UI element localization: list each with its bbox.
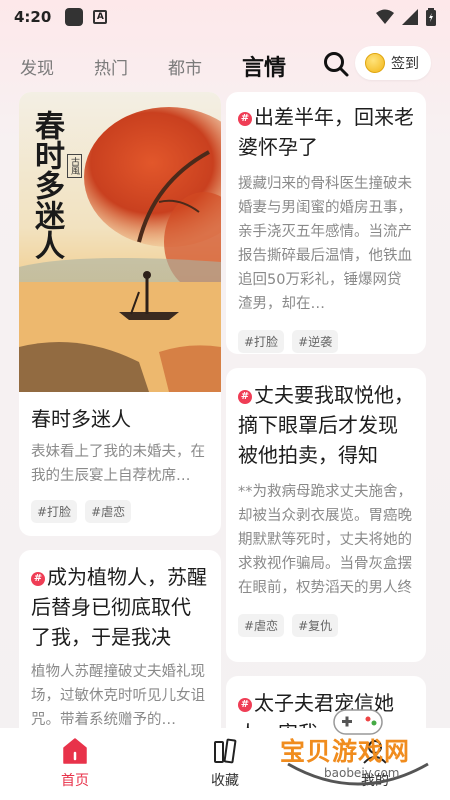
book-cover-image: 春时多迷人 古風 bbox=[19, 92, 221, 392]
tab-discover[interactable]: 发现 bbox=[18, 54, 56, 79]
book-description: **为救病母跪求丈夫施舍，却被当众剥衣展览。胃癌晚期默默等死时，丈夫将她的求救视… bbox=[238, 484, 412, 596]
hash-badge-icon: # bbox=[238, 390, 252, 404]
book-title: #丈夫要我取悦他，摘下眼罩后才发现被他拍卖，得知我… bbox=[226, 380, 426, 470]
watermark-url: baobeiy.com bbox=[324, 766, 400, 780]
watermark-text: 宝贝游戏网 bbox=[280, 737, 411, 766]
coin-icon bbox=[365, 53, 385, 73]
checkin-button[interactable]: 签到 bbox=[355, 46, 431, 80]
signal-icon bbox=[402, 9, 418, 25]
book-description: 植物人苏醒撞破丈夫婚礼现场，过敏休克时听见儿女诅咒。带着系统赠予的… bbox=[31, 664, 205, 728]
battery-icon bbox=[426, 8, 436, 26]
search-icon[interactable] bbox=[322, 50, 350, 78]
checkin-label: 签到 bbox=[391, 56, 419, 72]
book-card-zhangfu[interactable]: #丈夫要我取悦他，摘下眼罩后才发现被他拍卖，得知我… **为救病母跪求丈夫施舍，… bbox=[226, 368, 426, 662]
app-badge-icon: A bbox=[93, 10, 108, 24]
bookshelf-icon bbox=[214, 738, 237, 764]
tag[interactable]: #逆袭 bbox=[292, 330, 339, 353]
hash-badge-icon: # bbox=[31, 572, 45, 586]
nav-home[interactable]: 首页 bbox=[0, 728, 150, 800]
status-time: 4:20 bbox=[14, 8, 52, 26]
book-title-text: 丈夫要我取悦他，摘下眼罩后才发现被他拍卖，得知我… bbox=[238, 383, 414, 467]
book-card-chuchai[interactable]: # 出差半年，回来老婆怀孕了 援藏归来的骨科医生撞破未婚妻与男闺蜜的婚房丑事，亲手… bbox=[226, 92, 426, 354]
book-description: 援藏归来的骨科医生撞破未婚妻与男闺蜜的婚房丑事，亲手浇灭五年感情。当流产报告撕碎… bbox=[238, 176, 412, 312]
book-card-zhiwuren[interactable]: #成为植物人，苏醒后替身已彻底取代了我，于是我决定… 植物人苏醒撞破丈夫婚礼现场… bbox=[19, 550, 221, 728]
nav-favorites-label: 收藏 bbox=[211, 773, 239, 789]
tab-urban[interactable]: 都市 bbox=[166, 54, 204, 79]
book-title-text: 出差半年，回来老婆怀孕了 bbox=[238, 105, 414, 159]
wifi-icon bbox=[376, 9, 394, 24]
tag[interactable]: #打脸 bbox=[31, 500, 78, 523]
notification-icon bbox=[65, 8, 84, 26]
tab-romance[interactable]: 言情 bbox=[240, 50, 288, 82]
status-bar: 4:20 A bbox=[0, 0, 450, 34]
book-title-text: 成为植物人，苏醒后替身已彻底取代了我，于是我决定… bbox=[31, 565, 207, 649]
book-description: 表妹看上了我的未婚夫，在我的生辰宴上自荐枕席… bbox=[31, 444, 205, 484]
category-tabs: 发现 热门 都市 言情 签到 bbox=[0, 38, 450, 94]
nav-home-label: 首页 bbox=[61, 773, 89, 789]
watermark: 宝贝游戏网 baobeiy.com bbox=[268, 704, 450, 794]
hash-badge-icon: # bbox=[238, 112, 252, 126]
book-title: #成为植物人，苏醒后替身已彻底取代了我，于是我决定… bbox=[19, 562, 221, 652]
tag[interactable]: #虐恋 bbox=[85, 500, 132, 523]
book-feed: 春时多迷人 古風 春时多迷人 表妹看上了我的未婚夫，在我的生辰宴上自荐枕席… #… bbox=[0, 92, 450, 728]
tag[interactable]: #复仇 bbox=[292, 614, 339, 637]
book-card-chunshi[interactable]: 春时多迷人 古風 春时多迷人 表妹看上了我的未婚夫，在我的生辰宴上自荐枕席… #… bbox=[19, 92, 221, 536]
cover-stamp: 古風 bbox=[67, 154, 82, 178]
tag[interactable]: #虐恋 bbox=[238, 614, 285, 637]
tag[interactable]: #打脸 bbox=[238, 330, 285, 353]
hash-badge-icon: # bbox=[238, 698, 252, 712]
book-title: 春时多迷人 bbox=[31, 407, 131, 431]
home-icon bbox=[63, 738, 87, 764]
book-title: # 出差半年，回来老婆怀孕了 bbox=[226, 102, 426, 162]
cover-title-text: 春时多迷人 bbox=[29, 110, 64, 260]
tab-hot[interactable]: 热门 bbox=[92, 54, 130, 79]
